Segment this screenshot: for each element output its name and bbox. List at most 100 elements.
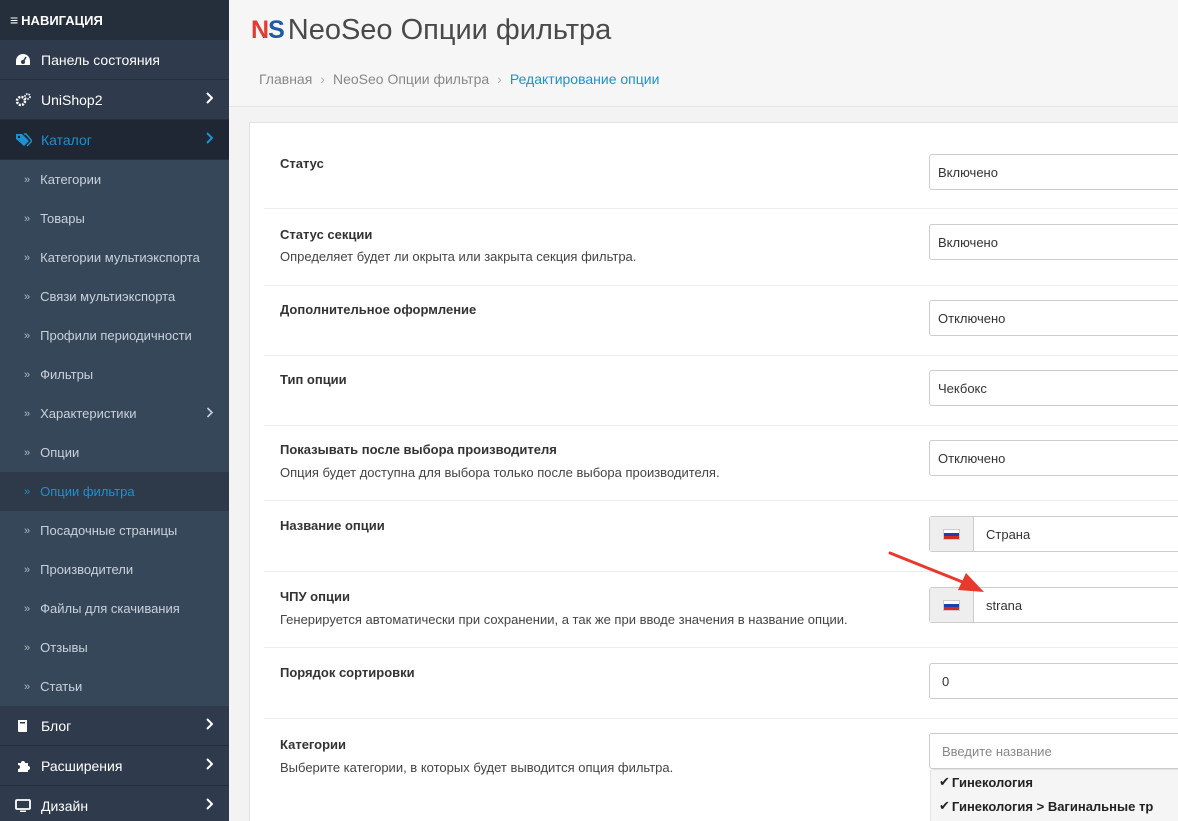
book-icon — [14, 719, 32, 733]
breadcrumb-home[interactable]: Главная — [259, 71, 312, 87]
page-header: NS NeoSeo Опции фильтра Главная › NeoSeo… — [229, 0, 1178, 107]
form-row-option-name: Название опции Страна — [264, 501, 1178, 572]
ru-flag-icon — [943, 599, 960, 611]
breadcrumb-module[interactable]: NeoSeo Опции фильтра — [333, 71, 489, 87]
sidebar-item-filter-options[interactable]: » Опции фильтра — [0, 472, 229, 511]
sidebar-item-reviews[interactable]: » Отзывы — [0, 628, 229, 667]
breadcrumb-separator: › — [497, 71, 502, 87]
sidebar-item-filters[interactable]: » Фильтры — [0, 355, 229, 394]
option-type-select[interactable]: Чекбокс — [929, 370, 1178, 406]
form-row-option-type: Тип опции Чекбокс — [264, 356, 1178, 426]
sidebar-item-downloads[interactable]: » Файлы для скачивания — [0, 589, 229, 628]
double-chevron-icon: » — [24, 485, 31, 498]
double-chevron-icon: » — [24, 290, 31, 303]
chevron-right-icon — [205, 131, 214, 147]
categories-label: Категории — [280, 737, 347, 752]
chevron-right-icon — [205, 91, 214, 107]
checkmark-icon: ✔ — [939, 774, 950, 789]
sidebar-item-products[interactable]: » Товары — [0, 199, 229, 238]
sort-order-label: Порядок сортировки — [280, 665, 415, 680]
section-status-help: Определяет будет ли окрыта или закрыта с… — [280, 249, 637, 264]
chevron-right-icon — [205, 797, 214, 813]
categories-search-input[interactable]: Введите название — [929, 733, 1178, 769]
status-select[interactable]: Включено — [929, 154, 1178, 190]
menu-bars-icon: ≡ — [10, 12, 19, 28]
menu-item-label: Каталог — [41, 131, 92, 148]
double-chevron-icon: » — [24, 680, 31, 693]
show-after-manufacturer-select[interactable]: Отключено — [929, 440, 1178, 476]
section-status-label: Статус секции — [280, 227, 373, 242]
sidebar-item-landing-pages[interactable]: » Посадочные страницы — [0, 511, 229, 550]
sub-item-label: Характеристики — [40, 406, 137, 421]
double-chevron-icon: » — [24, 524, 31, 537]
form-row-extra-style: Дополнительное оформление Отключено — [264, 286, 1178, 356]
sidebar-item-periodicity-profiles[interactable]: » Профили периодичности — [0, 316, 229, 355]
annotation-arrow-icon — [888, 551, 984, 592]
form-row-sort-order: Порядок сортировки 0 — [264, 648, 1178, 719]
catalog-submenu: » Категории » Товары » Категории мультиэксп… — [0, 160, 229, 706]
sidebar: ≡ НАВИГАЦИЯ Панель состояния UniShop2 Ка… — [0, 0, 229, 821]
menu-item-label: Панель состояния — [41, 51, 160, 68]
sort-order-input[interactable]: 0 — [929, 663, 1178, 699]
monitor-icon — [14, 798, 32, 813]
menu-item-label: UniShop2 — [41, 91, 103, 108]
nav-header[interactable]: ≡ НАВИГАЦИЯ — [0, 0, 229, 40]
menu-item-label: Блог — [41, 717, 72, 734]
sub-item-label: Опции фильтра — [40, 484, 135, 499]
menu-item-catalog[interactable]: Каталог — [0, 120, 229, 160]
form-row-option-seo: ЧПУ опции Генерируется автоматически при… — [264, 572, 1178, 648]
sidebar-item-manufacturers[interactable]: » Производители — [0, 550, 229, 589]
sidebar-item-multiexport-categories[interactable]: » Категории мультиэкспорта — [0, 238, 229, 277]
sub-item-label: Опции — [40, 445, 80, 460]
breadcrumb-current[interactable]: Редактирование опции — [510, 71, 660, 87]
menu-item-blog[interactable]: Блог — [0, 706, 229, 746]
double-chevron-icon: » — [24, 641, 31, 654]
form-row-status: Статус Включено — [264, 140, 1178, 209]
sub-item-label: Посадочные страницы — [40, 523, 178, 538]
sidebar-item-options[interactable]: » Опции — [0, 433, 229, 472]
dashboard-icon — [14, 53, 32, 67]
double-chevron-icon: » — [24, 212, 31, 225]
sidebar-item-categories[interactable]: » Категории — [0, 160, 229, 199]
menu-item-extensions[interactable]: Расширения — [0, 746, 229, 786]
sub-item-label: Товары — [40, 211, 85, 226]
form-row-section-status: Статус секции Определяет будет ли окрыта… — [264, 209, 1178, 286]
sub-item-label: Производители — [40, 562, 134, 577]
double-chevron-icon: » — [24, 602, 31, 615]
sidebar-item-multiexport-links[interactable]: » Связи мультиэкспорта — [0, 277, 229, 316]
nav-header-label: НАВИГАЦИЯ — [21, 12, 103, 28]
extra-style-select[interactable]: Отключено — [929, 300, 1178, 336]
menu-item-dashboard[interactable]: Панель состояния — [0, 40, 229, 80]
breadcrumb: Главная › NeoSeo Опции фильтра › Редакти… — [259, 71, 659, 87]
option-type-label: Тип опции — [280, 372, 347, 387]
option-name-label: Название опции — [280, 518, 385, 533]
show-after-manufacturer-help: Опция будет доступна для выбора только п… — [280, 465, 720, 480]
category-item[interactable]: ✔ Гинекология > Вагинальные тр — [931, 794, 1178, 818]
sub-item-label: Отзывы — [40, 640, 88, 655]
categories-list: ✔ Гинекология ✔ Гинекология > Вагинальные … — [930, 769, 1178, 821]
sub-item-label: Профили периодичности — [40, 328, 192, 343]
double-chevron-icon: » — [24, 173, 31, 186]
menu-item-unishop2[interactable]: UniShop2 — [0, 80, 229, 120]
sub-item-label: Категории — [40, 172, 102, 187]
section-status-select[interactable]: Включено — [929, 224, 1178, 260]
option-seo-help: Генерируется автоматически при сохранени… — [280, 612, 848, 627]
double-chevron-icon: » — [24, 407, 31, 420]
extra-style-label: Дополнительное оформление — [280, 302, 477, 317]
puzzle-icon — [14, 758, 32, 773]
menu-item-design[interactable]: Дизайн — [0, 786, 229, 821]
double-chevron-icon: » — [24, 329, 31, 342]
status-label: Статус — [280, 156, 324, 171]
sub-item-label: Категории мультиэкспорта — [40, 250, 200, 265]
double-chevron-icon: » — [24, 368, 31, 381]
breadcrumb-separator: › — [320, 71, 325, 87]
chevron-right-icon — [205, 717, 214, 733]
page-title: NS NeoSeo Опции фильтра — [251, 14, 611, 47]
option-seo-label: ЧПУ опции — [280, 589, 350, 604]
menu-item-label: Дизайн — [41, 797, 89, 814]
show-after-manufacturer-label: Показывать после выбора производителя — [280, 442, 557, 457]
page-title-text: NeoSeo Опции фильтра — [287, 14, 612, 46]
category-item[interactable]: ✔ Гинекология — [931, 770, 1178, 794]
sidebar-item-articles[interactable]: » Статьи — [0, 667, 229, 706]
sidebar-item-attributes[interactable]: » Характеристики — [0, 394, 229, 433]
